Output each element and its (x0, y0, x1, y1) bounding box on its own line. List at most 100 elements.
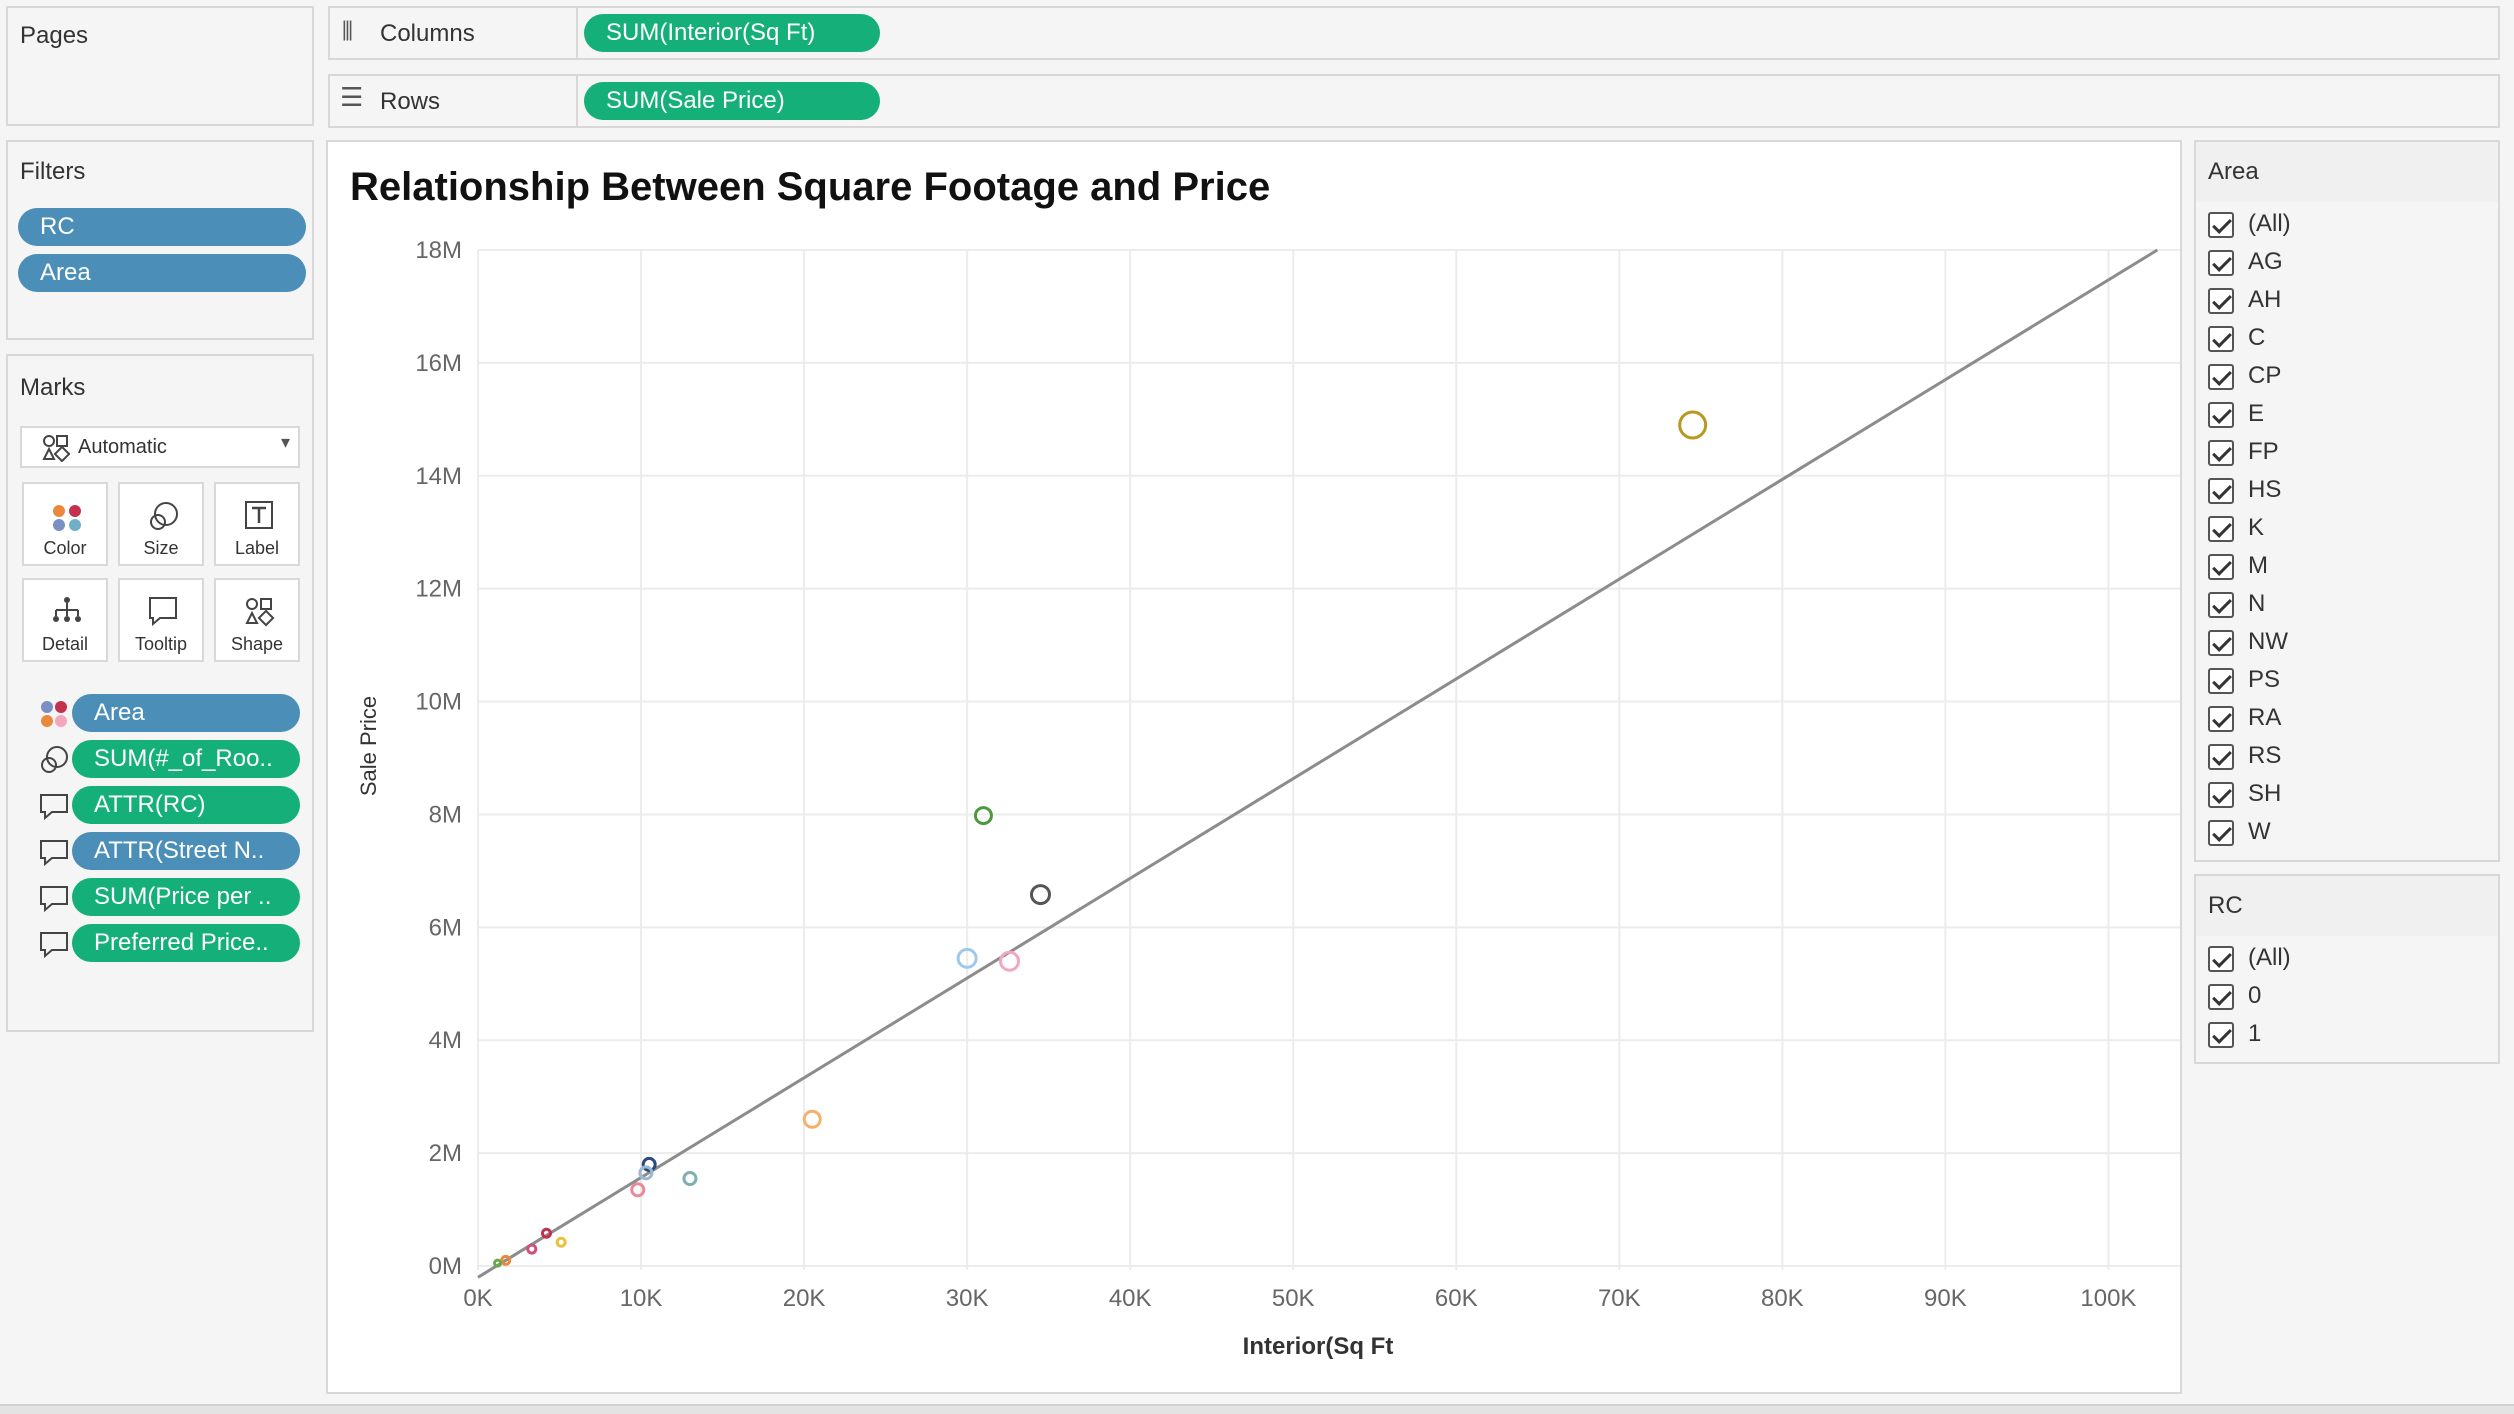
mark-type-select[interactable]: Automatic ▾ (20, 426, 300, 468)
rows-shelf[interactable]: ☰ Rows SUM(Sale Price) (328, 74, 2500, 128)
x-tick-label: 80K (1761, 1285, 1804, 1312)
x-tick-label: 20K (783, 1285, 826, 1312)
filter-pill-area[interactable]: Area (18, 254, 306, 292)
x-tick-label: 40K (1109, 1285, 1152, 1312)
y-tick-label: 2M (429, 1140, 462, 1167)
filter-pill-rc[interactable]: RC (18, 208, 306, 246)
rc-filter-checkbox-label: 0 (2248, 982, 2262, 1009)
shape-button[interactable]: Shape (214, 578, 300, 662)
y-tick-label: 10M (415, 689, 462, 716)
columns-icon: ⫴ (342, 16, 353, 46)
data-point[interactable] (540, 1227, 552, 1239)
scatter-chart: Relationship Between Square Footage and … (350, 165, 2180, 1360)
tooltip-button-label: Tooltip (134, 634, 188, 654)
detail-button-label: Detail (41, 634, 89, 654)
checkbox-checked[interactable] (2208, 250, 2234, 276)
pages-title: Pages (20, 22, 89, 49)
area-filter-checkbox-label: RS (2248, 742, 2282, 769)
y-axis-ticks: 0M 2M 4M 6M 8M 10M 12M 14M 16M 18M (415, 237, 462, 1280)
checkbox-checked[interactable] (2208, 946, 2234, 972)
data-point[interactable] (1678, 410, 1708, 440)
rc-filter-checkbox-label: (All) (2248, 944, 2291, 971)
area-filter-checkbox-label: M (2248, 552, 2268, 579)
columns-pill[interactable]: SUM(Interior(Sq Ft) (584, 14, 880, 52)
mark-field-area[interactable]: Area (72, 694, 300, 732)
data-point[interactable] (999, 950, 1021, 972)
mark-field-street[interactable]: ATTR(Street N.. (72, 832, 300, 870)
tooltip-button[interactable]: Tooltip (118, 578, 204, 662)
data-point[interactable] (802, 1109, 822, 1129)
x-axis-ticks: 0K10K20K30K40K50K60K70K80K90K100K110K (463, 1285, 2136, 1312)
checkbox-checked[interactable] (2208, 326, 2234, 352)
mark-field-rooms[interactable]: SUM(#_of_Roo.. (72, 740, 300, 778)
rc-filter-checkbox-label: 1 (2248, 1020, 2262, 1047)
plot-area[interactable] (477, 248, 2180, 1279)
area-filter-title: Area (2208, 158, 2259, 185)
area-filter-checkbox-label: HS (2248, 476, 2282, 503)
data-point[interactable] (1030, 884, 1051, 906)
data-point[interactable] (493, 1258, 503, 1268)
y-tick-label: 16M (415, 350, 462, 377)
x-tick-label: 30K (946, 1285, 989, 1312)
columns-shelf[interactable]: ⫴ Columns SUM(Interior(Sq Ft) (328, 6, 2500, 60)
size-button[interactable]: Size (118, 482, 204, 566)
checkbox-checked[interactable] (2208, 402, 2234, 428)
checkbox-checked[interactable] (2208, 516, 2234, 542)
data-point[interactable] (973, 806, 993, 826)
area-filter-checkbox-label: RA (2248, 704, 2282, 731)
checkbox-checked[interactable] (2208, 1022, 2234, 1048)
checkbox-checked[interactable] (2208, 744, 2234, 770)
x-tick-label: 10K (620, 1285, 663, 1312)
color-button[interactable]: Color (22, 482, 108, 566)
checkbox-checked[interactable] (2208, 288, 2234, 314)
text-label-icon (245, 501, 273, 529)
mark-field-rc[interactable]: ATTR(RC) (72, 786, 300, 824)
label-button[interactable]: Label (214, 482, 300, 566)
y-tick-label: 8M (429, 801, 462, 828)
data-point[interactable] (526, 1243, 538, 1255)
checkbox-checked[interactable] (2208, 706, 2234, 732)
checkbox-checked[interactable] (2208, 984, 2234, 1010)
size-icon (150, 502, 178, 530)
detail-button[interactable]: Detail (22, 578, 108, 662)
chart-panel: Relationship Between Square Footage and … (326, 140, 2182, 1394)
data-point[interactable] (682, 1171, 698, 1187)
tooltip-icon (40, 840, 68, 867)
checkbox-checked[interactable] (2208, 630, 2234, 656)
tooltip-icon (149, 597, 177, 627)
area-filter-checkbox-label: E (2248, 400, 2265, 427)
checkbox-checked[interactable] (2208, 554, 2234, 580)
area-filter-checkbox-label: AG (2248, 248, 2283, 275)
checkbox-checked[interactable] (2208, 440, 2234, 466)
trend-line[interactable] (477, 248, 2159, 1279)
rc-filter-card: RC (2194, 874, 2500, 1064)
rows-pill[interactable]: SUM(Sale Price) (584, 82, 880, 120)
color-icon (53, 505, 81, 531)
mark-field-price-per[interactable]: SUM(Price per .. (72, 878, 300, 916)
label-button-label: Label (234, 538, 280, 558)
y-tick-label: 6M (429, 914, 462, 941)
checkbox-checked[interactable] (2208, 782, 2234, 808)
chart-grid (477, 249, 2180, 1270)
y-axis-label: Sale Price (356, 696, 381, 796)
y-tick-label: 18M (415, 237, 462, 264)
checkbox-checked[interactable] (2208, 478, 2234, 504)
area-filter-checkbox-label: K (2248, 514, 2265, 541)
color-icon (41, 701, 67, 727)
rows-icon: ☰ (340, 82, 364, 112)
area-filter-checkbox-label: AH (2248, 286, 2282, 313)
checkbox-checked[interactable] (2208, 212, 2234, 238)
checkbox-checked[interactable] (2208, 668, 2234, 694)
y-tick-label: 4M (429, 1027, 462, 1054)
mark-field-preferred-price[interactable]: Preferred Price.. (72, 924, 300, 962)
shape-icon (245, 598, 275, 627)
checkbox-checked[interactable] (2208, 364, 2234, 390)
checkbox-checked[interactable] (2208, 820, 2234, 846)
x-tick-label: 60K (1435, 1285, 1478, 1312)
checkbox-checked[interactable] (2208, 592, 2234, 618)
shelf-divider (576, 76, 578, 126)
rc-filter-title: RC (2208, 892, 2243, 919)
area-filter-checkbox-label: N (2248, 590, 2266, 617)
detail-icon (53, 597, 81, 622)
data-point[interactable] (555, 1236, 567, 1248)
